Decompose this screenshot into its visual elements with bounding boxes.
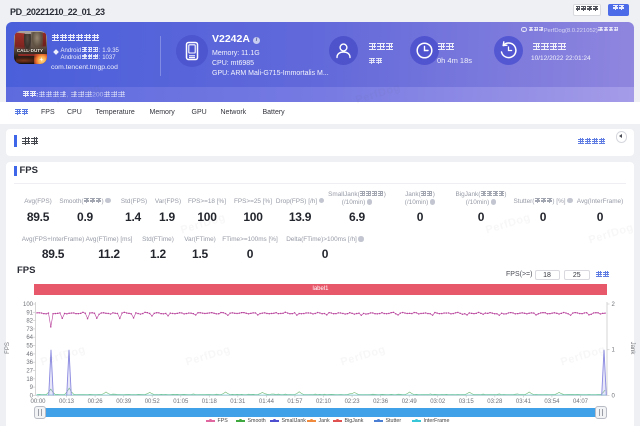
svg-text:01:05: 01:05 <box>173 399 189 405</box>
svg-text:FPS: FPS <box>5 342 11 354</box>
svg-text:Jank: Jank <box>629 342 635 356</box>
svg-text:82: 82 <box>26 319 33 325</box>
svg-text:01:31: 01:31 <box>230 399 246 405</box>
svg-text:100: 100 <box>23 302 34 308</box>
svg-text:02:49: 02:49 <box>402 399 418 405</box>
svg-text:55: 55 <box>26 344 33 350</box>
svg-text:1: 1 <box>612 348 616 354</box>
svg-text:2: 2 <box>612 302 616 308</box>
svg-text:46: 46 <box>26 352 33 358</box>
svg-text:01:18: 01:18 <box>202 399 218 405</box>
svg-text:02:36: 02:36 <box>373 399 389 405</box>
svg-text:91: 91 <box>26 310 33 316</box>
svg-text:18: 18 <box>26 377 33 383</box>
svg-text:00:13: 00:13 <box>59 399 75 405</box>
svg-text:00:26: 00:26 <box>88 399 104 405</box>
svg-text:02:23: 02:23 <box>345 399 361 405</box>
svg-text:73: 73 <box>26 327 33 333</box>
svg-text:00:39: 00:39 <box>116 399 132 405</box>
svg-text:03:02: 03:02 <box>430 399 446 405</box>
svg-text:00:52: 00:52 <box>145 399 161 405</box>
svg-text:64: 64 <box>26 335 33 341</box>
svg-text:02:10: 02:10 <box>316 399 332 405</box>
svg-text:03:15: 03:15 <box>459 399 475 405</box>
svg-text:03:28: 03:28 <box>487 399 503 405</box>
svg-text:36: 36 <box>26 360 33 366</box>
svg-text:03:41: 03:41 <box>516 399 532 405</box>
svg-text:04:07: 04:07 <box>573 399 589 405</box>
svg-text:27: 27 <box>26 369 33 375</box>
svg-text:00:00: 00:00 <box>30 399 46 405</box>
svg-text:01:57: 01:57 <box>287 399 303 405</box>
svg-text:9: 9 <box>30 385 34 391</box>
svg-text:0: 0 <box>612 393 616 399</box>
svg-text:01:44: 01:44 <box>259 399 275 405</box>
svg-text:03:54: 03:54 <box>544 399 560 405</box>
